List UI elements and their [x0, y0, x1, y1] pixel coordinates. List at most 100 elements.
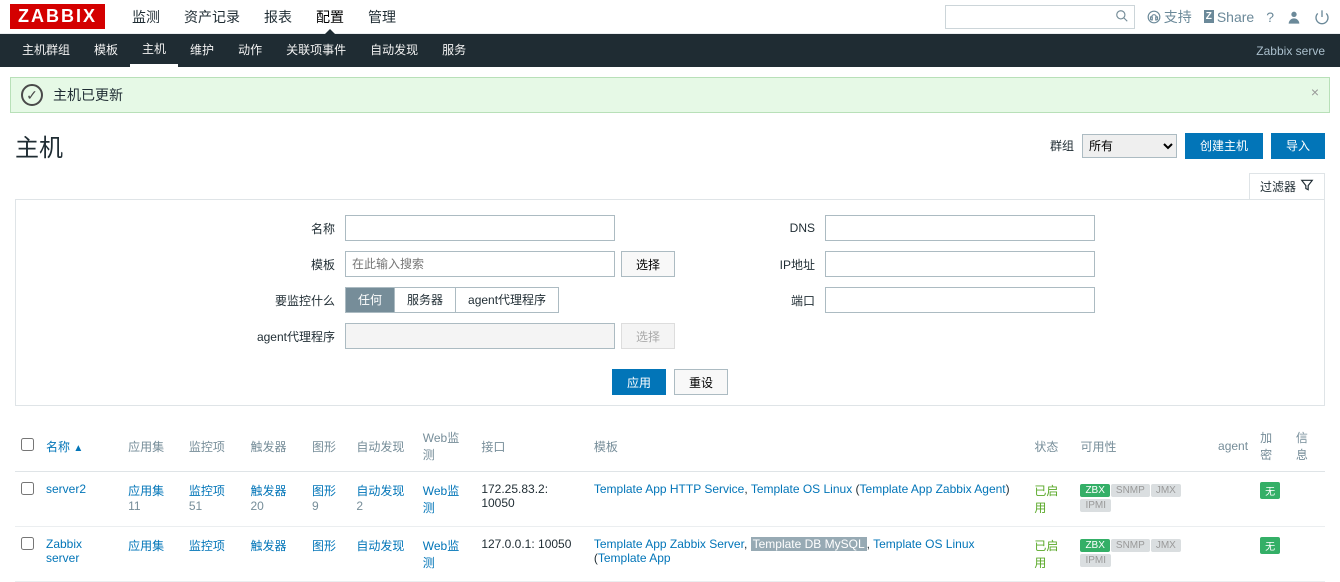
table-row: server2应用集 11监控项 51触发器 20图形 9自动发现 2Web监测…: [15, 472, 1325, 527]
sub-nav-item[interactable]: 关联项事件: [274, 34, 358, 67]
sub-nav-item[interactable]: 主机: [130, 34, 178, 67]
status-link[interactable]: 已启用: [1034, 539, 1058, 570]
template-input[interactable]: [345, 251, 615, 277]
apply-button[interactable]: 应用: [612, 369, 666, 395]
templates-cell: Template App HTTP Service, Template OS L…: [588, 472, 1029, 527]
availability-tag: JMX: [1151, 539, 1181, 552]
cell-link[interactable]: 图形: [312, 539, 336, 553]
template-label: 模板: [245, 256, 345, 273]
sub-nav-item[interactable]: 服务: [430, 34, 478, 67]
template-link[interactable]: Template OS Linux: [873, 537, 974, 551]
top-nav-item[interactable]: 资产记录: [172, 0, 252, 34]
monitor-option[interactable]: 任何: [346, 288, 394, 312]
port-label: 端口: [725, 292, 825, 309]
sub-nav-item[interactable]: 自动发现: [358, 34, 430, 67]
cell-link[interactable]: 触发器: [250, 484, 286, 498]
encryption-tag: 无: [1260, 482, 1280, 499]
sub-nav-item[interactable]: 维护: [178, 34, 226, 67]
sub-nav-item[interactable]: 主机群组: [10, 34, 82, 67]
filter-tab-row: 过滤器: [0, 173, 1340, 199]
hosts-table: 名称 ▲ 应用集 监控项 触发器 图形 自动发现 Web监测 接口 模板 状态 …: [15, 421, 1325, 582]
share-link[interactable]: Z Share: [1204, 9, 1254, 25]
group-select[interactable]: 所有: [1082, 134, 1177, 158]
cell-link[interactable]: 图形: [312, 484, 336, 498]
col-graphs: 图形: [306, 421, 350, 472]
page-title: 主机: [15, 128, 1050, 163]
monitor-option[interactable]: 服务器: [394, 288, 455, 312]
name-input[interactable]: [345, 215, 615, 241]
template-link[interactable]: Template OS Linux: [751, 482, 852, 496]
support-link[interactable]: 支持: [1147, 7, 1192, 27]
cell-link[interactable]: 应用集: [128, 484, 164, 498]
help-icon[interactable]: ?: [1266, 9, 1274, 25]
monitor-radio-group: 任何服务器agent代理程序: [345, 287, 559, 313]
top-nav: 监测资产记录报表配置管理: [120, 0, 945, 34]
create-host-button[interactable]: 创建主机: [1185, 133, 1263, 159]
monitor-option[interactable]: agent代理程序: [455, 288, 558, 312]
monitor-label: 要监控什么: [245, 292, 345, 309]
col-triggers: 触发器: [244, 421, 306, 472]
support-label: 支持: [1164, 7, 1192, 27]
status-link[interactable]: 已启用: [1034, 484, 1058, 515]
template-link[interactable]: Template App: [598, 551, 671, 565]
ip-input[interactable]: [825, 251, 1095, 277]
sub-nav-item[interactable]: 模板: [82, 34, 130, 67]
cell-link[interactable]: 触发器: [250, 539, 286, 553]
col-encryption: 加密: [1254, 421, 1290, 472]
power-icon[interactable]: [1314, 9, 1330, 25]
top-nav-item[interactable]: 管理: [356, 0, 408, 34]
reset-button[interactable]: 重设: [674, 369, 728, 395]
dns-input[interactable]: [825, 215, 1095, 241]
filter-panel: 名称 模板 选择 要监控什么 任何服务器agent代理程序 agent代理程序 …: [15, 199, 1325, 406]
col-info: 信息: [1290, 421, 1325, 472]
title-bar: 主机 群组 所有 创建主机 导入: [0, 123, 1340, 173]
check-icon: ✓: [21, 84, 43, 106]
agent-input[interactable]: [345, 323, 615, 349]
filter-toggle[interactable]: 过滤器: [1249, 173, 1325, 199]
availability-tag: ZBX: [1080, 539, 1109, 552]
host-link[interactable]: server2: [46, 482, 86, 496]
row-checkbox[interactable]: [21, 537, 34, 550]
import-button[interactable]: 导入: [1271, 133, 1325, 159]
share-label: Share: [1217, 9, 1254, 25]
templates-cell: Template App Zabbix Server, Template DB …: [588, 527, 1029, 582]
name-label: 名称: [245, 220, 345, 237]
top-nav-item[interactable]: 监测: [120, 0, 172, 34]
close-icon[interactable]: ×: [1311, 84, 1319, 100]
top-nav-item[interactable]: 报表: [252, 0, 304, 34]
select-all-checkbox[interactable]: [21, 438, 34, 451]
row-checkbox[interactable]: [21, 482, 34, 495]
title-controls: 群组 所有 创建主机 导入: [1050, 133, 1325, 159]
table-header-row: 名称 ▲ 应用集 监控项 触发器 图形 自动发现 Web监测 接口 模板 状态 …: [15, 421, 1325, 472]
web-link[interactable]: Web监测: [423, 484, 459, 515]
template-link[interactable]: Template App Zabbix Agent: [860, 482, 1006, 496]
col-apps: 应用集: [122, 421, 183, 472]
cell-link[interactable]: 应用集: [128, 539, 164, 553]
top-nav-item[interactable]: 配置: [304, 0, 356, 34]
col-discovery: 自动发现: [350, 421, 416, 472]
web-link[interactable]: Web监测: [423, 539, 459, 570]
cell-link[interactable]: 监控项: [189, 539, 225, 553]
template-select-button[interactable]: 选择: [621, 251, 675, 277]
logo[interactable]: ZABBIX: [10, 4, 105, 29]
search-input[interactable]: [945, 5, 1135, 29]
top-header: ZABBIX 监测资产记录报表配置管理 支持 Z Share ?: [0, 0, 1340, 34]
user-icon[interactable]: [1286, 9, 1302, 25]
cell-link[interactable]: 自动发现: [356, 484, 404, 498]
host-link[interactable]: Zabbix server: [46, 537, 82, 565]
template-link[interactable]: Template App Zabbix Server: [594, 537, 744, 551]
col-agent: agent: [1212, 421, 1254, 472]
sub-nav: 主机群组模板主机维护动作关联项事件自动发现服务 Zabbix serve: [0, 34, 1340, 67]
col-web: Web监测: [417, 421, 476, 472]
interface-cell: 172.25.83.2: 10050: [475, 472, 588, 527]
template-link[interactable]: Template App HTTP Service: [594, 482, 745, 496]
cell-link[interactable]: 自动发现: [356, 539, 404, 553]
sub-nav-item[interactable]: 动作: [226, 34, 274, 67]
filter-actions: 应用 重设: [16, 369, 1324, 395]
col-name[interactable]: 名称 ▲: [40, 421, 122, 472]
availability-tag: IPMI: [1080, 554, 1111, 567]
port-input[interactable]: [825, 287, 1095, 313]
cell-link[interactable]: 监控项: [189, 484, 225, 498]
table-wrap: 名称 ▲ 应用集 监控项 触发器 图形 自动发现 Web监测 接口 模板 状态 …: [0, 421, 1340, 582]
agent-select-button[interactable]: 选择: [621, 323, 675, 349]
